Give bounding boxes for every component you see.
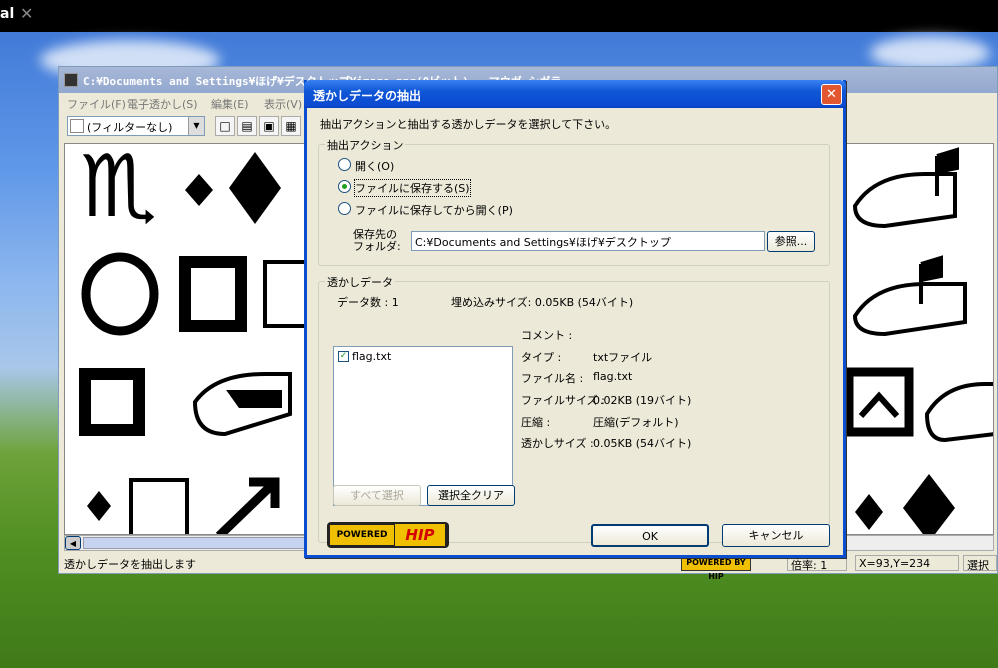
detail-compress-value: 圧縮(デフォルト) <box>593 416 679 429</box>
close-icon[interactable]: ✕ <box>20 4 33 23</box>
circle-glyph <box>81 252 159 336</box>
dialog-body: 抽出アクションと抽出する透かしデータを選択して下さい。 抽出アクション 開く(O… <box>307 108 843 555</box>
dialog-title-bar: 透かしデータの抽出 ✕ <box>304 80 846 108</box>
data-count: データ数 : 1 <box>337 296 399 309</box>
small-diamond-glyph-3 <box>855 494 883 530</box>
action-group-label: 抽出アクション <box>325 137 406 153</box>
detail-type-value: txtファイル <box>593 351 653 364</box>
save-icon[interactable]: ▣ <box>259 116 279 136</box>
status-coords: X=93,Y=234 <box>855 555 959 571</box>
watermark-list[interactable]: ✓ flag.txt <box>333 346 513 506</box>
filter-icon <box>70 119 84 133</box>
radio-save[interactable] <box>338 180 351 193</box>
hip-logo-left: POWERED BY <box>330 525 394 545</box>
menu-edit[interactable]: 編集(E) <box>211 96 249 112</box>
detail-filename-key: ファイル名 : <box>521 372 584 385</box>
app-icon <box>64 73 78 87</box>
hip-logo: POWERED BY HIP <box>327 522 449 548</box>
ok-button[interactable]: OK <box>591 524 709 547</box>
filter-select[interactable]: (フィルターなし) ▼ <box>67 116 205 136</box>
detail-type-key: タイプ : <box>521 351 562 364</box>
scroll-left-icon[interactable]: ◀ <box>65 536 81 550</box>
detail-filename-value: flag.txt <box>593 370 633 383</box>
embed-size: 埋め込みサイズ: 0.05KB (54バイト) <box>451 296 634 309</box>
radio-open-label[interactable]: 開く(O) <box>355 158 394 174</box>
select-all-button[interactable]: すべて選択 <box>333 485 421 506</box>
folder-path-input[interactable]: C:¥Documents and Settings¥ほげ¥デスクトップ <box>411 231 765 251</box>
list-item[interactable]: flag.txt <box>352 350 391 363</box>
dialog-title: 透かしデータの抽出 <box>313 89 422 103</box>
caret-box-glyph <box>844 367 914 437</box>
mailbox-glyph-right-2 <box>852 255 967 337</box>
menu-file[interactable]: ファイル(F) <box>67 96 126 112</box>
square-outline-glyph <box>129 478 189 534</box>
instruction-text: 抽出アクションと抽出する透かしデータを選択して下さい。 <box>320 118 617 131</box>
menu-watermark[interactable]: 電子透かし(S) <box>127 96 198 112</box>
open-folder-icon[interactable]: ▤ <box>237 116 257 136</box>
diamond-glyph-3 <box>903 474 955 534</box>
square-glyph <box>179 256 247 332</box>
radio-selected-dot <box>342 184 347 189</box>
extract-dialog: 透かしデータの抽出 ✕ 抽出アクションと抽出する透かしデータを選択して下さい。 … <box>304 80 846 558</box>
menu-view[interactable]: 表示(V) <box>264 96 302 112</box>
cloud <box>870 36 990 70</box>
detail-comment-key: コメント : <box>521 329 573 342</box>
hip-logo-right: HIP <box>395 524 445 546</box>
mailbox-glyph <box>192 372 292 437</box>
chevron-down-icon[interactable]: ▼ <box>188 117 204 135</box>
browse-button[interactable]: 参照... <box>767 231 815 252</box>
detail-compress-key: 圧縮 : <box>521 416 551 429</box>
radio-open[interactable] <box>338 158 351 171</box>
diamond-glyph <box>229 152 281 224</box>
data-group-label: 透かしデータ <box>325 274 395 290</box>
mailbox-glyph-right <box>852 147 959 229</box>
clear-all-button[interactable]: 選択全クリア <box>427 485 515 506</box>
folder-label-line2: フォルダ: <box>353 240 401 253</box>
scorpio-glyph: ♏ <box>80 144 157 237</box>
status-selection: 選択 <box>963 555 997 572</box>
close-icon[interactable]: ✕ <box>821 84 842 105</box>
detail-filesize-value: 0.02KB (19バイト) <box>593 394 692 407</box>
radio-save-open-label[interactable]: ファイルに保存してから開く(P) <box>355 202 513 218</box>
mailbox-glyph-right-3 <box>924 382 993 443</box>
caret-up-glyph <box>858 391 900 419</box>
radio-save-label[interactable]: ファイルに保存する(S) <box>354 179 471 197</box>
filter-value: (フィルターなし) <box>87 121 173 134</box>
tab-title[interactable]: al <box>0 6 14 22</box>
top-bar: al ✕ <box>0 0 998 32</box>
small-diamond-glyph-2 <box>87 491 111 521</box>
sagittarius-glyph <box>215 477 280 534</box>
small-diamond-glyph <box>185 174 213 206</box>
checkbox-flag[interactable]: ✓ <box>338 351 349 362</box>
new-file-icon[interactable]: □ <box>215 116 235 136</box>
square-glyph-2 <box>79 368 145 436</box>
radio-save-open[interactable] <box>338 202 351 215</box>
embed-icon[interactable]: ▦ <box>281 116 301 136</box>
cancel-button[interactable]: キャンセル <box>722 524 830 547</box>
detail-wmsize-value: 0.05KB (54バイト) <box>593 437 692 450</box>
detail-wmsize-key: 透かしサイズ : <box>521 437 594 450</box>
